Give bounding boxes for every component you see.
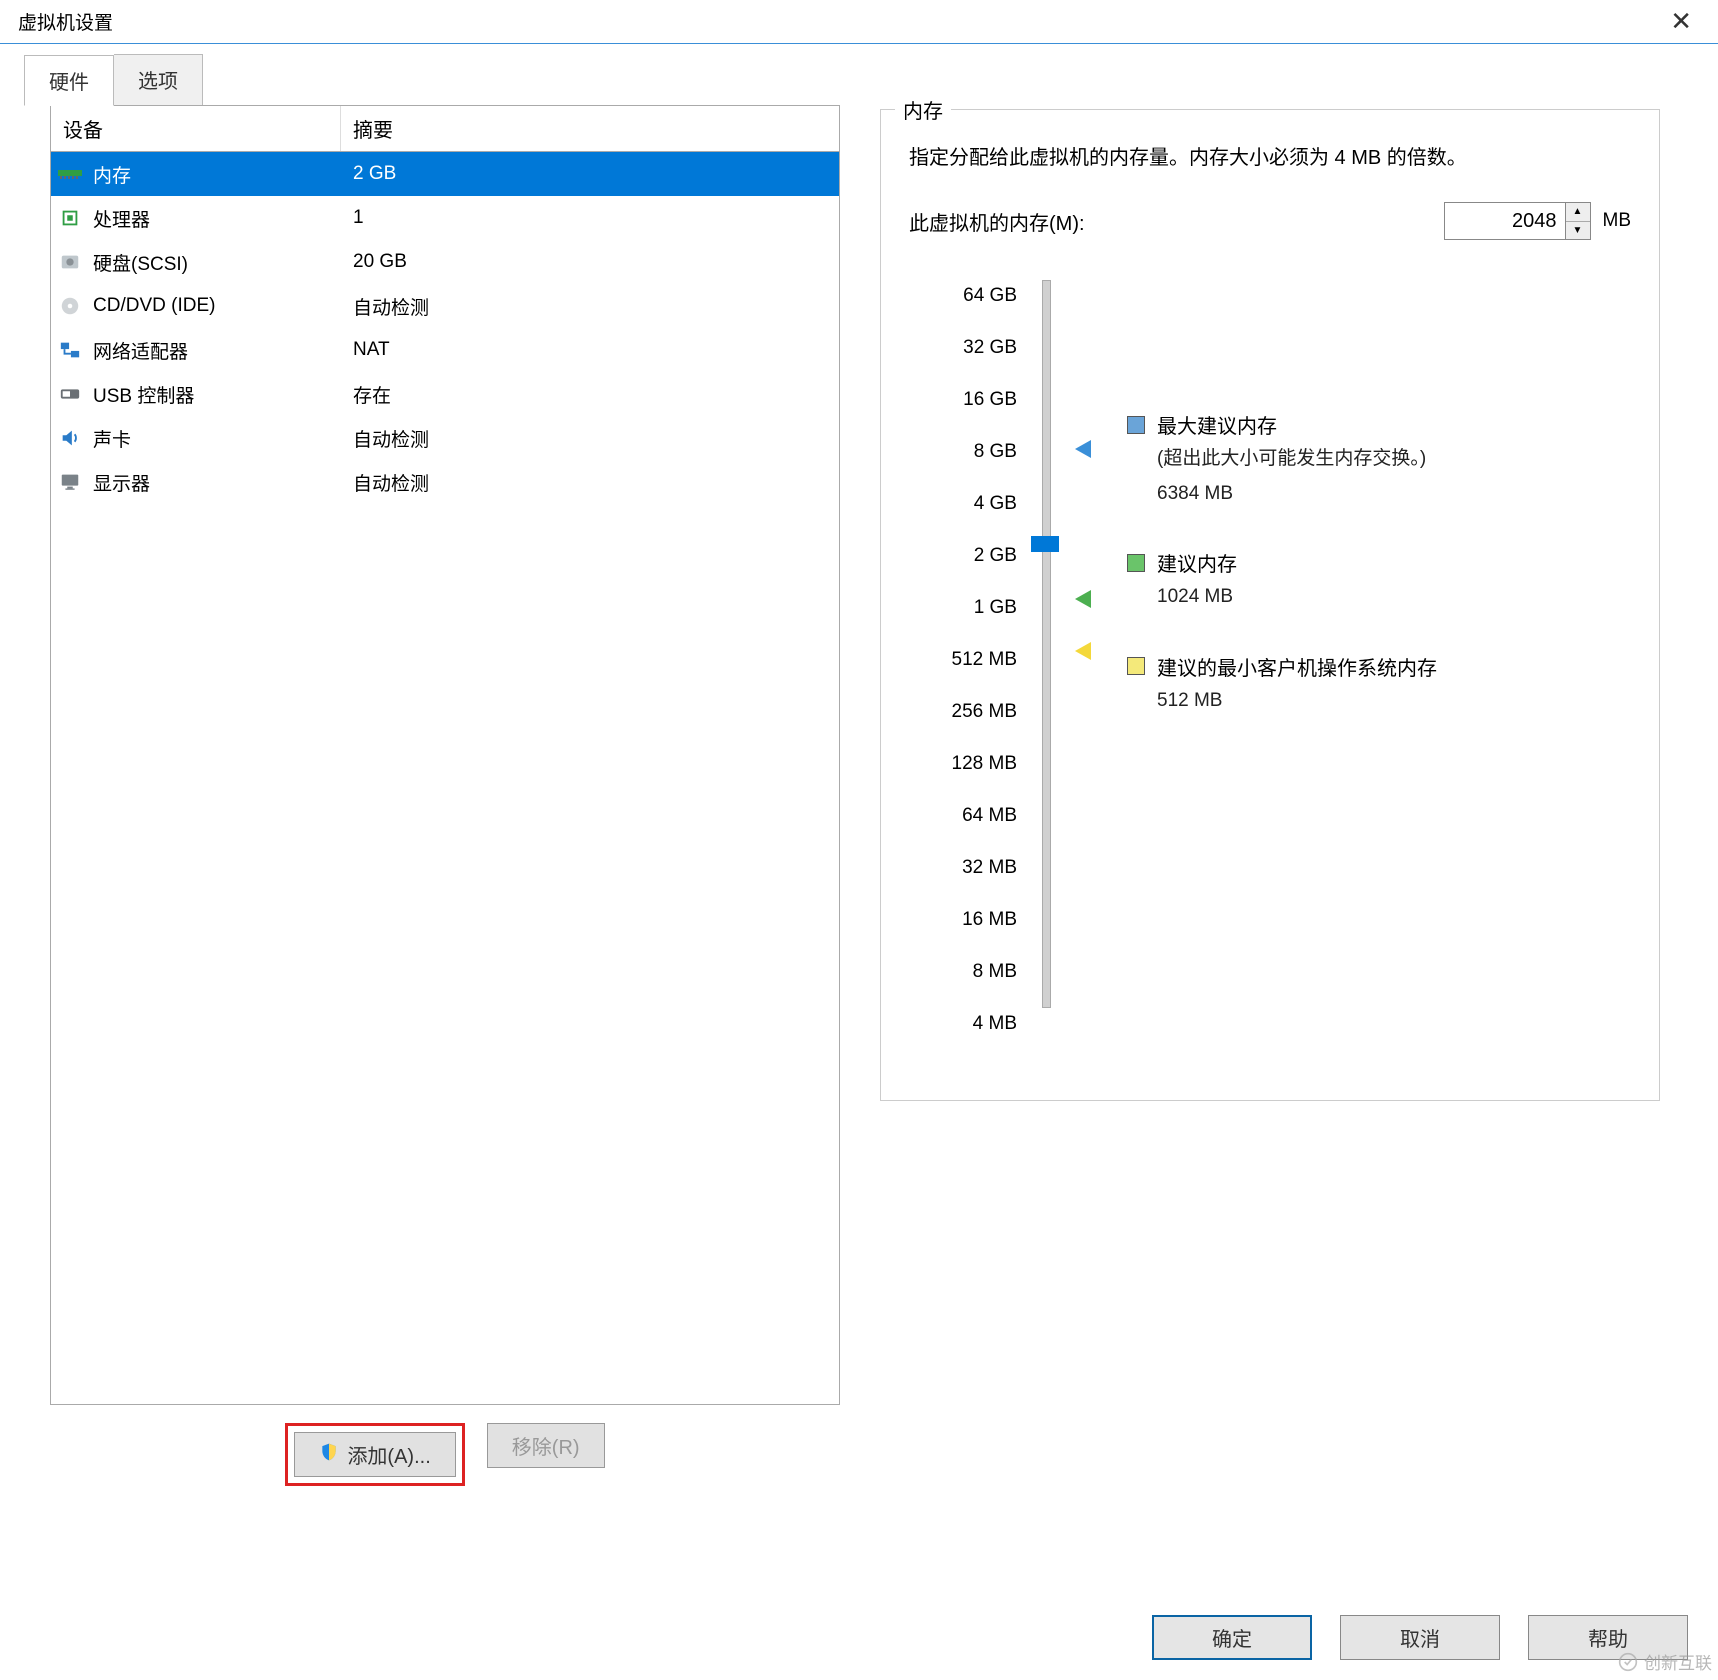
memory-unit: MB — [1603, 210, 1632, 232]
device-summary: 存在 — [341, 381, 839, 408]
legend-max-title: 最大建议内存 — [1157, 410, 1277, 439]
legend-max-box-icon — [1127, 416, 1145, 434]
cpu-icon — [51, 207, 89, 229]
device-summary: 2 GB — [341, 163, 839, 185]
spinner-up-icon[interactable]: ▲ — [1566, 203, 1590, 222]
memory-input-label: 此虚拟机的内存(M): — [909, 207, 1085, 236]
tabs: 硬件 选项 — [24, 54, 1718, 105]
device-summary: 自动检测 — [341, 469, 839, 496]
hdd-icon — [51, 251, 89, 273]
net-icon — [51, 339, 89, 361]
slider-tick-label: 2 GB — [909, 530, 1027, 582]
shield-icon — [319, 1442, 339, 1468]
device-row-cd[interactable]: CD/DVD (IDE)自动检测 — [51, 284, 839, 328]
legend-rec-title: 建议内存 — [1157, 548, 1237, 577]
marker-recommended-icon — [1075, 590, 1091, 608]
device-name: 显示器 — [89, 469, 341, 496]
device-name: 内存 — [89, 161, 341, 188]
legend-rec-value: 1024 MB — [1157, 583, 1631, 612]
add-button[interactable]: 添加(A)... — [294, 1432, 455, 1477]
slider-tick-label: 32 MB — [909, 842, 1027, 894]
cd-icon — [51, 295, 89, 317]
legend-max-value: 6384 MB — [1157, 480, 1631, 509]
device-name: USB 控制器 — [89, 381, 341, 408]
slider-tick-label: 1 GB — [909, 582, 1027, 634]
add-button-label: 添加(A)... — [347, 1440, 430, 1469]
slider-tick-label: 8 GB — [909, 426, 1027, 478]
marker-max-icon — [1075, 440, 1091, 458]
close-icon[interactable]: ✕ — [1658, 6, 1704, 37]
ok-button[interactable]: 确定 — [1152, 1615, 1312, 1660]
device-header: 设备 摘要 — [51, 106, 839, 152]
slider-tick-label: 64 MB — [909, 790, 1027, 842]
tab-hardware[interactable]: 硬件 — [24, 55, 114, 106]
remove-button: 移除(R) — [487, 1423, 605, 1468]
device-name: 硬盘(SCSI) — [89, 249, 341, 276]
cancel-button[interactable]: 取消 — [1340, 1615, 1500, 1660]
legend-max-sub: (超出此大小可能发生内存交换。) — [1157, 445, 1631, 474]
device-row-sound[interactable]: 声卡自动检测 — [51, 416, 839, 460]
sound-icon — [51, 427, 89, 449]
spinner-down-icon[interactable]: ▼ — [1566, 222, 1590, 240]
device-summary: 自动检测 — [341, 425, 839, 452]
slider-tick-labels: 64 GB32 GB16 GB8 GB4 GB2 GB1 GB512 MB256… — [909, 270, 1027, 1050]
memory-group: 内存 指定分配给此虚拟机的内存量。内存大小必须为 4 MB 的倍数。 此虚拟机的… — [880, 109, 1660, 1101]
device-name: 网络适配器 — [89, 337, 341, 364]
device-row-display[interactable]: 显示器自动检测 — [51, 460, 839, 504]
slider-tick-label: 512 MB — [909, 634, 1027, 686]
slider-tick-label: 16 GB — [909, 374, 1027, 426]
slider-tick-label: 128 MB — [909, 738, 1027, 790]
device-list: 设备 摘要 内存2 GB处理器1硬盘(SCSI)20 GBCD/DVD (IDE… — [50, 105, 840, 1405]
device-summary: 自动检测 — [341, 293, 839, 320]
memory-input[interactable] — [1445, 203, 1565, 239]
legend-rec-box-icon — [1127, 554, 1145, 572]
slider-tick-label: 64 GB — [909, 270, 1027, 322]
device-summary: 1 — [341, 207, 839, 229]
titlebar: 虚拟机设置 ✕ — [0, 0, 1718, 44]
device-row-hdd[interactable]: 硬盘(SCSI)20 GB — [51, 240, 839, 284]
header-device[interactable]: 设备 — [51, 106, 341, 151]
device-name: CD/DVD (IDE) — [89, 295, 341, 317]
window-title: 虚拟机设置 — [18, 8, 113, 35]
slider-tick-label: 256 MB — [909, 686, 1027, 738]
device-row-cpu[interactable]: 处理器1 — [51, 196, 839, 240]
memory-group-label: 内存 — [895, 95, 951, 124]
slider-tick-label: 4 MB — [909, 998, 1027, 1050]
slider-tick-label: 4 GB — [909, 478, 1027, 530]
slider-tick-label: 8 MB — [909, 946, 1027, 998]
slider-thumb[interactable] — [1031, 536, 1059, 552]
dialog-buttons: 确定 取消 帮助 — [1152, 1615, 1688, 1660]
display-icon — [51, 471, 89, 493]
memory-spinner[interactable]: ▲ ▼ — [1444, 202, 1591, 240]
legend-min-value: 512 MB — [1157, 687, 1631, 716]
device-summary: 20 GB — [341, 251, 839, 273]
device-row-memory[interactable]: 内存2 GB — [51, 152, 839, 196]
memory-description: 指定分配给此虚拟机的内存量。内存大小必须为 4 MB 的倍数。 — [909, 142, 1631, 174]
memory-slider[interactable] — [1027, 270, 1065, 1050]
device-row-net[interactable]: 网络适配器NAT — [51, 328, 839, 372]
add-button-highlight: 添加(A)... — [285, 1423, 464, 1486]
marker-min-icon — [1075, 642, 1091, 660]
memory-icon — [51, 163, 89, 185]
watermark: 创新互联 — [1618, 1649, 1712, 1674]
device-row-usb[interactable]: USB 控制器存在 — [51, 372, 839, 416]
legend-min-title: 建议的最小客户机操作系统内存 — [1157, 652, 1437, 681]
tab-options[interactable]: 选项 — [114, 54, 203, 105]
device-summary: NAT — [341, 339, 839, 361]
legend-min-box-icon — [1127, 657, 1145, 675]
device-name: 处理器 — [89, 205, 341, 232]
header-summary[interactable]: 摘要 — [341, 106, 839, 151]
slider-tick-label: 16 MB — [909, 894, 1027, 946]
usb-icon — [51, 383, 89, 405]
slider-tick-label: 32 GB — [909, 322, 1027, 374]
device-name: 声卡 — [89, 425, 341, 452]
slider-markers — [1065, 270, 1117, 1050]
remove-button-label: 移除(R) — [512, 1431, 580, 1460]
